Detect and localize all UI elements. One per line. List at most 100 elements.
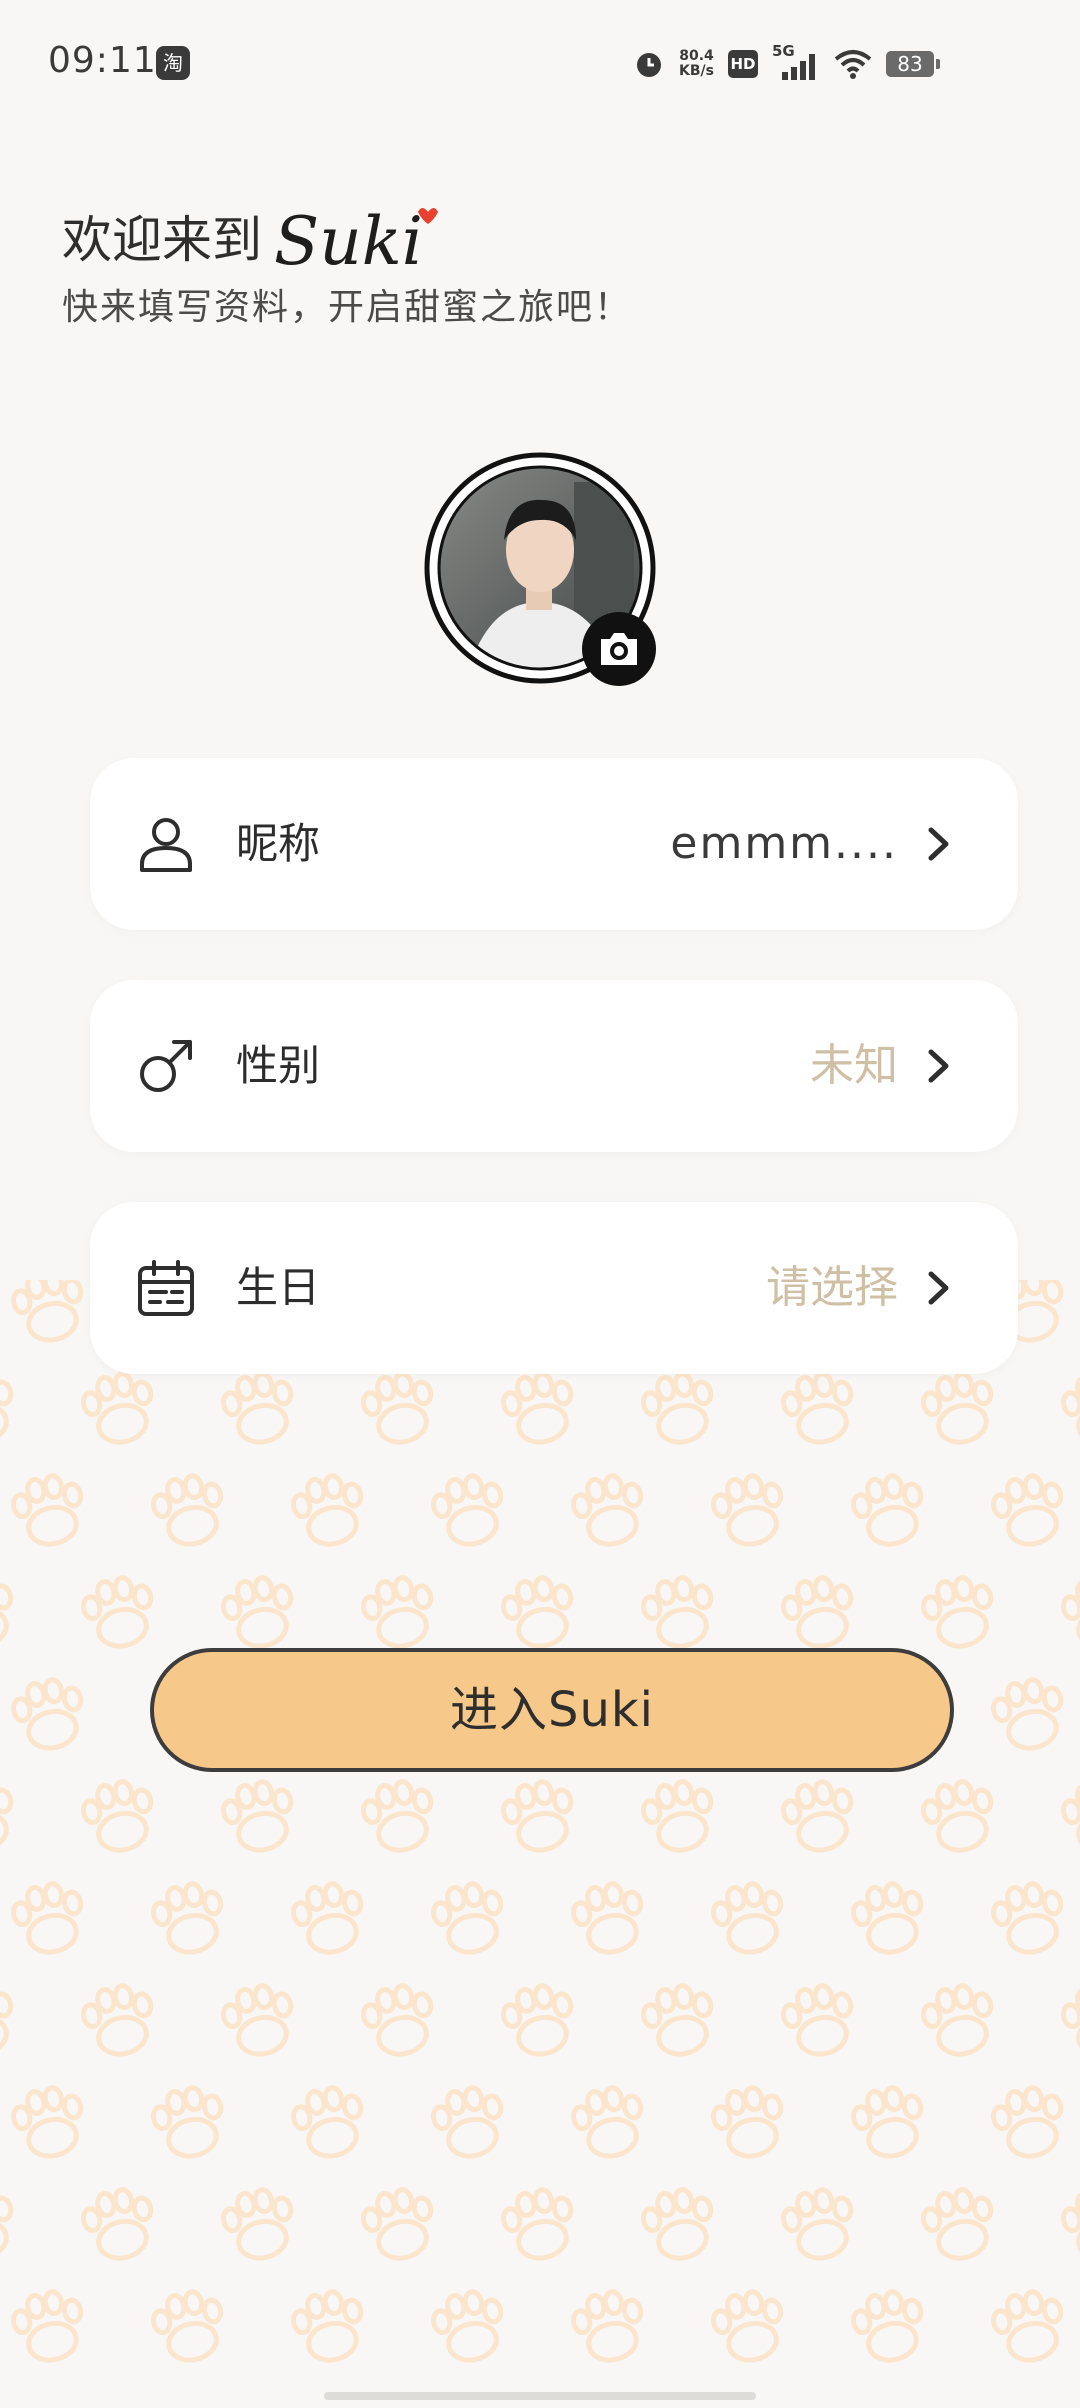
paw-print — [569, 1471, 649, 1551]
paw-print — [779, 1981, 859, 2061]
paw-print — [639, 1369, 719, 1449]
paw-print — [989, 1675, 1069, 1755]
paw-print — [709, 2083, 789, 2163]
brand-text: Suki — [274, 203, 423, 276]
paw-print — [9, 1675, 89, 1755]
paw-print — [569, 2083, 649, 2163]
paw-print — [9, 1879, 89, 1959]
chevron-right-icon — [928, 1049, 949, 1083]
nickname-value: emmm.... — [670, 818, 898, 869]
camera-button[interactable] — [582, 612, 656, 686]
paw-print — [289, 2287, 369, 2367]
battery-icon: 83 — [886, 51, 940, 77]
paw-print — [499, 2185, 579, 2265]
camera-icon — [601, 633, 637, 665]
paw-print — [0, 1981, 19, 2061]
status-time: 09:11 — [48, 40, 157, 81]
paw-print — [79, 1981, 159, 2061]
suki-logo: Suki — [274, 203, 438, 276]
enter-suki-button[interactable]: 进入Suki — [150, 1648, 954, 1772]
paw-print — [919, 1573, 999, 1653]
paw-print — [709, 2287, 789, 2367]
paw-print — [639, 1777, 719, 1857]
welcome-header: 欢迎来到 Suki 快来填写资料，开启甜蜜之旅吧！ — [62, 200, 632, 330]
paw-print — [0, 1573, 19, 1653]
paw-print — [79, 1369, 159, 1449]
paw-print — [9, 1471, 89, 1551]
paw-print — [849, 1879, 929, 1959]
paw-print — [919, 1777, 999, 1857]
paw-print — [219, 1369, 299, 1449]
paw-print — [219, 1777, 299, 1857]
paw-print — [1059, 1981, 1080, 2061]
paw-print — [989, 1879, 1069, 1959]
paw-print — [709, 1471, 789, 1551]
paw-print — [429, 1471, 509, 1551]
paw-print — [499, 1369, 579, 1449]
chevron-right-icon — [928, 827, 949, 861]
paw-print — [359, 1573, 439, 1653]
wifi-icon — [834, 50, 872, 79]
paw-print — [149, 2287, 229, 2367]
net-speed: 80.4 KB/s — [679, 49, 714, 79]
paw-print — [1059, 1369, 1080, 1449]
paw-print — [359, 2185, 439, 2265]
net-speed-value: 80.4 — [679, 48, 714, 64]
welcome-title: 欢迎来到 — [62, 211, 262, 269]
hd-icon: HD — [728, 50, 758, 78]
paw-print — [989, 2287, 1069, 2367]
paw-print — [289, 1471, 369, 1551]
paw-print — [9, 2287, 89, 2367]
birthday-label: 生日 — [236, 1263, 321, 1312]
paw-print — [9, 1280, 89, 1346]
alarm-icon — [637, 53, 662, 77]
male-icon — [140, 1040, 192, 1092]
home-indicator[interactable] — [324, 2392, 756, 2400]
paw-print — [429, 2287, 509, 2367]
paw-print — [359, 1777, 439, 1857]
paw-pattern-background — [0, 1280, 1080, 2408]
paw-print — [149, 1879, 229, 1959]
calendar-icon — [138, 1260, 194, 1316]
paw-print — [0, 2185, 19, 2265]
paw-print — [219, 2185, 299, 2265]
battery-level: 83 — [886, 51, 934, 77]
paw-print — [219, 1573, 299, 1653]
paw-print — [0, 1777, 19, 1857]
paw-print — [639, 1981, 719, 2061]
paw-print — [0, 1369, 19, 1449]
paw-print — [779, 2185, 859, 2265]
net-speed-unit: KB/s — [679, 63, 714, 79]
chevron-right-icon — [928, 1271, 949, 1305]
birthday-value: 请选择 — [766, 1262, 898, 1313]
paw-print — [9, 2083, 89, 2163]
avatar[interactable] — [424, 452, 658, 686]
paw-print — [709, 1879, 789, 1959]
nickname-label: 昵称 — [236, 819, 321, 868]
paw-print — [429, 2083, 509, 2163]
paw-print — [779, 1573, 859, 1653]
paw-print — [499, 1573, 579, 1653]
network-type: 5G — [772, 42, 795, 60]
paw-print — [289, 1879, 369, 1959]
paw-print — [569, 1879, 649, 1959]
paw-print — [919, 1369, 999, 1449]
paw-print — [989, 2083, 1069, 2163]
paw-print — [79, 1573, 159, 1653]
user-icon — [140, 818, 192, 872]
gender-row[interactable]: 性别 未知 — [90, 980, 1018, 1152]
signal-icon: 5G — [772, 42, 820, 82]
paw-print — [779, 1777, 859, 1857]
paw-print — [639, 1573, 719, 1653]
paw-print — [919, 2185, 999, 2265]
paw-print — [79, 2185, 159, 2265]
nickname-row[interactable]: 昵称 emmm.... — [90, 758, 1018, 930]
paw-print — [989, 1471, 1069, 1551]
paw-print — [569, 2287, 649, 2367]
gender-value: 未知 — [810, 1040, 898, 1091]
paw-print — [639, 2185, 719, 2265]
paw-print — [919, 1981, 999, 2061]
status-icons: 80.4 KB/s HD 5G 83 — [633, 42, 940, 86]
birthday-row[interactable]: 生日 请选择 — [90, 1202, 1018, 1374]
paw-print — [219, 1981, 299, 2061]
